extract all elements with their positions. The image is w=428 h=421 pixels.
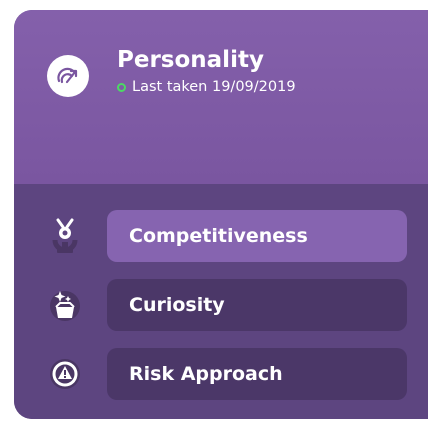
personality-card: Personality Last taken 19/09/2019 Compet…: [14, 10, 428, 419]
speedometer-icon: [47, 55, 89, 97]
card-title: Personality: [117, 47, 264, 73]
medal-icon: [47, 218, 83, 254]
list-item-competitiveness[interactable]: Competitiveness: [14, 210, 428, 262]
warning-icon: [47, 356, 83, 392]
list-item-risk-approach[interactable]: Risk Approach: [14, 348, 428, 400]
card-header: Personality Last taken 19/09/2019: [14, 10, 428, 184]
competitiveness-label: Competitiveness: [129, 225, 308, 247]
status-dot-icon: [117, 82, 126, 92]
list-item-curiosity[interactable]: Curiosity: [14, 279, 428, 331]
risk-approach-button[interactable]: Risk Approach: [107, 348, 407, 400]
last-taken-text: Last taken 19/09/2019: [132, 79, 296, 95]
curiosity-button[interactable]: Curiosity: [107, 279, 407, 331]
competitiveness-button[interactable]: Competitiveness: [107, 210, 407, 262]
last-taken-status: Last taken 19/09/2019: [117, 78, 296, 96]
curiosity-label: Curiosity: [129, 294, 225, 316]
trait-list: Competitiveness Curiosity Risk Approach: [14, 184, 428, 419]
sparkle-box-icon: [47, 287, 83, 323]
risk-approach-label: Risk Approach: [129, 363, 283, 385]
